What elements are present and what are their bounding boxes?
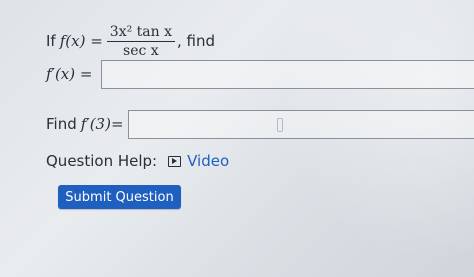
fraction-bar xyxy=(106,40,175,42)
find-row: Find f′(3)= xyxy=(46,110,124,138)
fraction-numerator: 3x² tan x xyxy=(109,23,172,40)
find-label: f′(3)= xyxy=(80,115,124,133)
question-help: Question Help: Video xyxy=(46,150,229,172)
derivative-answer-input[interactable] xyxy=(101,60,474,89)
text-cursor xyxy=(277,118,283,132)
value-answer-input[interactable] xyxy=(128,110,474,139)
fraction-denominator: sec x xyxy=(123,42,159,59)
find-prefix: Find xyxy=(46,115,77,133)
submit-question-button[interactable]: Submit Question xyxy=(58,185,181,209)
derivative-label: f′(x) = xyxy=(46,65,93,83)
video-label: Video xyxy=(187,152,230,170)
function-lhs: f(x) = xyxy=(59,32,103,50)
video-link[interactable]: Video xyxy=(168,152,229,170)
question-suffix: , find xyxy=(176,32,215,50)
derivative-row: f′(x) = xyxy=(46,60,92,88)
question-prefix: If xyxy=(46,32,56,50)
play-icon xyxy=(168,155,182,167)
question-help-label: Question Help: xyxy=(46,152,158,170)
fraction: 3x² tan x sec x xyxy=(106,23,175,59)
